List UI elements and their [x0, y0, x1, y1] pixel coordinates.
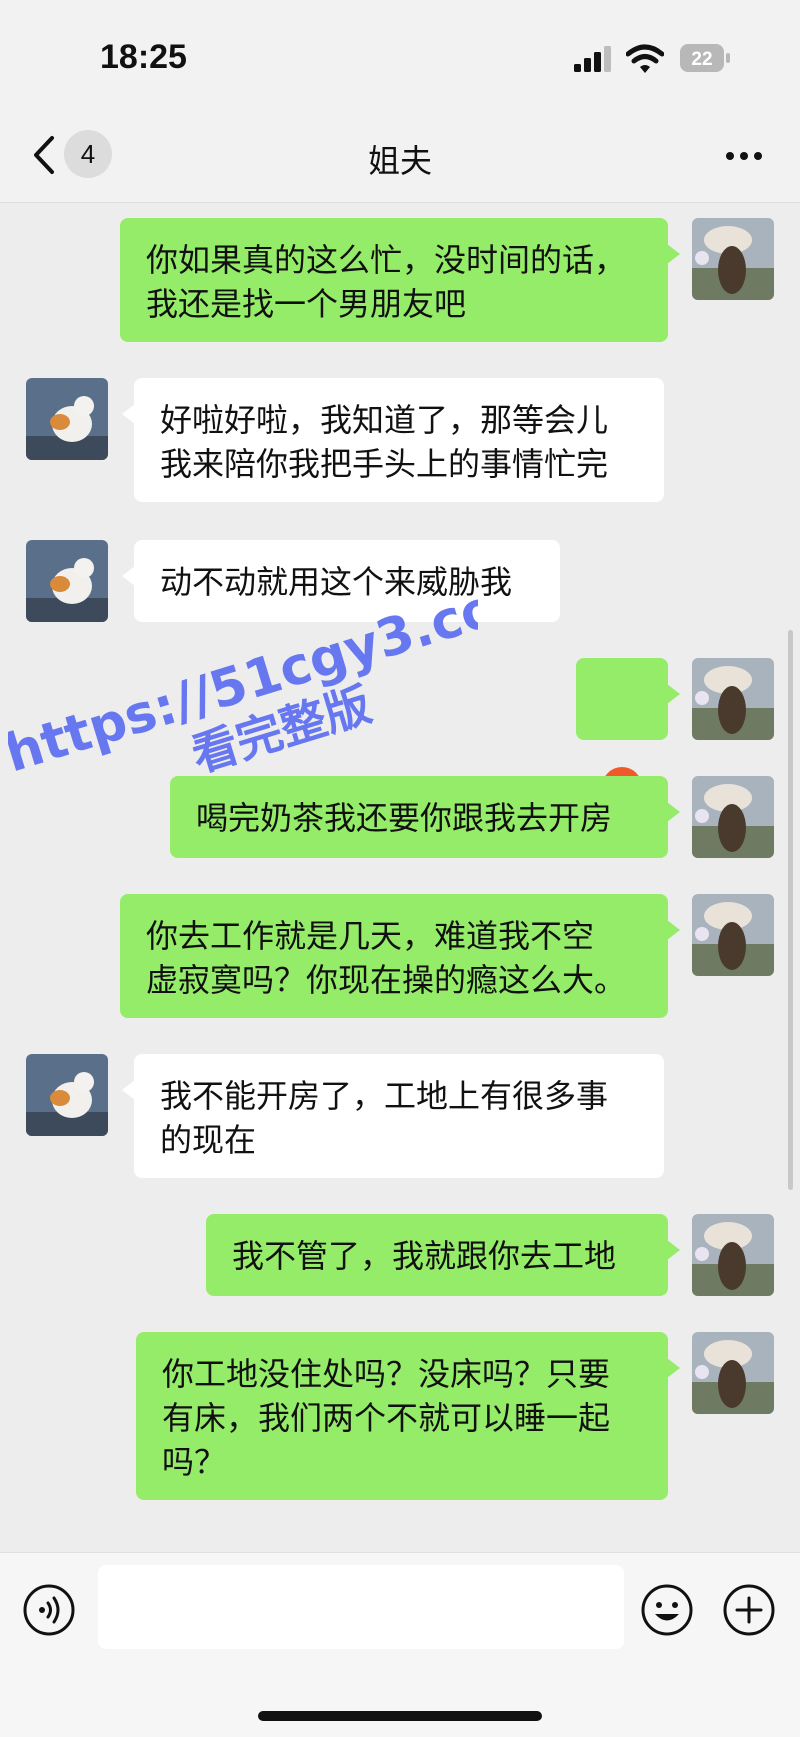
emoji-icon[interactable]: [640, 1583, 694, 1637]
contact-avatar[interactable]: [26, 378, 108, 460]
more-functions-plus-icon[interactable]: [722, 1583, 776, 1637]
message-bubble[interactable]: 你工地没住处吗？没床吗？只要 有床，我们两个不就可以睡一起 吗？: [136, 1332, 680, 1500]
emoji-message-bubble[interactable]: [576, 658, 680, 807]
my-avatar[interactable]: [692, 894, 774, 976]
watermark: https://51cgy3.com 看完整版: [8, 572, 478, 784]
message-bubble[interactable]: 我不管了，我就跟你去工地: [206, 1214, 680, 1296]
wifi-icon: [626, 44, 664, 73]
chat-title: 姐夫: [367, 142, 432, 180]
message-bubble[interactable]: 你去工作就是几天，难道我不空 虚寂寞吗？你现在操的瘾这么大。: [120, 894, 680, 1018]
status-bar: 18:25 22: [0, 0, 800, 110]
chat-header: 4 姐夫: [0, 110, 800, 203]
message-bubble[interactable]: 好啦好啦，我知道了，那等会儿 我来陪你我把手头上的事情忙完: [122, 378, 664, 502]
battery-level: 22: [691, 49, 712, 70]
home-indicator[interactable]: [258, 1711, 542, 1721]
my-avatar[interactable]: [692, 1332, 774, 1414]
my-avatar[interactable]: [692, 1214, 774, 1296]
more-options-icon[interactable]: [722, 136, 766, 176]
message-input[interactable]: [98, 1565, 624, 1649]
my-avatar[interactable]: [692, 776, 774, 858]
message-bubble[interactable]: 我不能开房了，工地上有很多事 的现在: [122, 1054, 664, 1178]
my-avatar[interactable]: [692, 658, 774, 740]
contact-avatar[interactable]: [26, 1054, 108, 1136]
battery-icon: 22: [680, 44, 730, 72]
message-bubble[interactable]: 你如果真的这么忙，没时间的话， 我还是找一个男朋友吧: [120, 218, 680, 342]
input-bar: [0, 1552, 800, 1737]
cellular-signal-icon: [574, 46, 611, 72]
status-time: 18:25: [100, 38, 187, 76]
my-avatar[interactable]: [692, 218, 774, 300]
scrollbar[interactable]: [788, 630, 793, 1190]
voice-input-icon[interactable]: [22, 1583, 76, 1637]
